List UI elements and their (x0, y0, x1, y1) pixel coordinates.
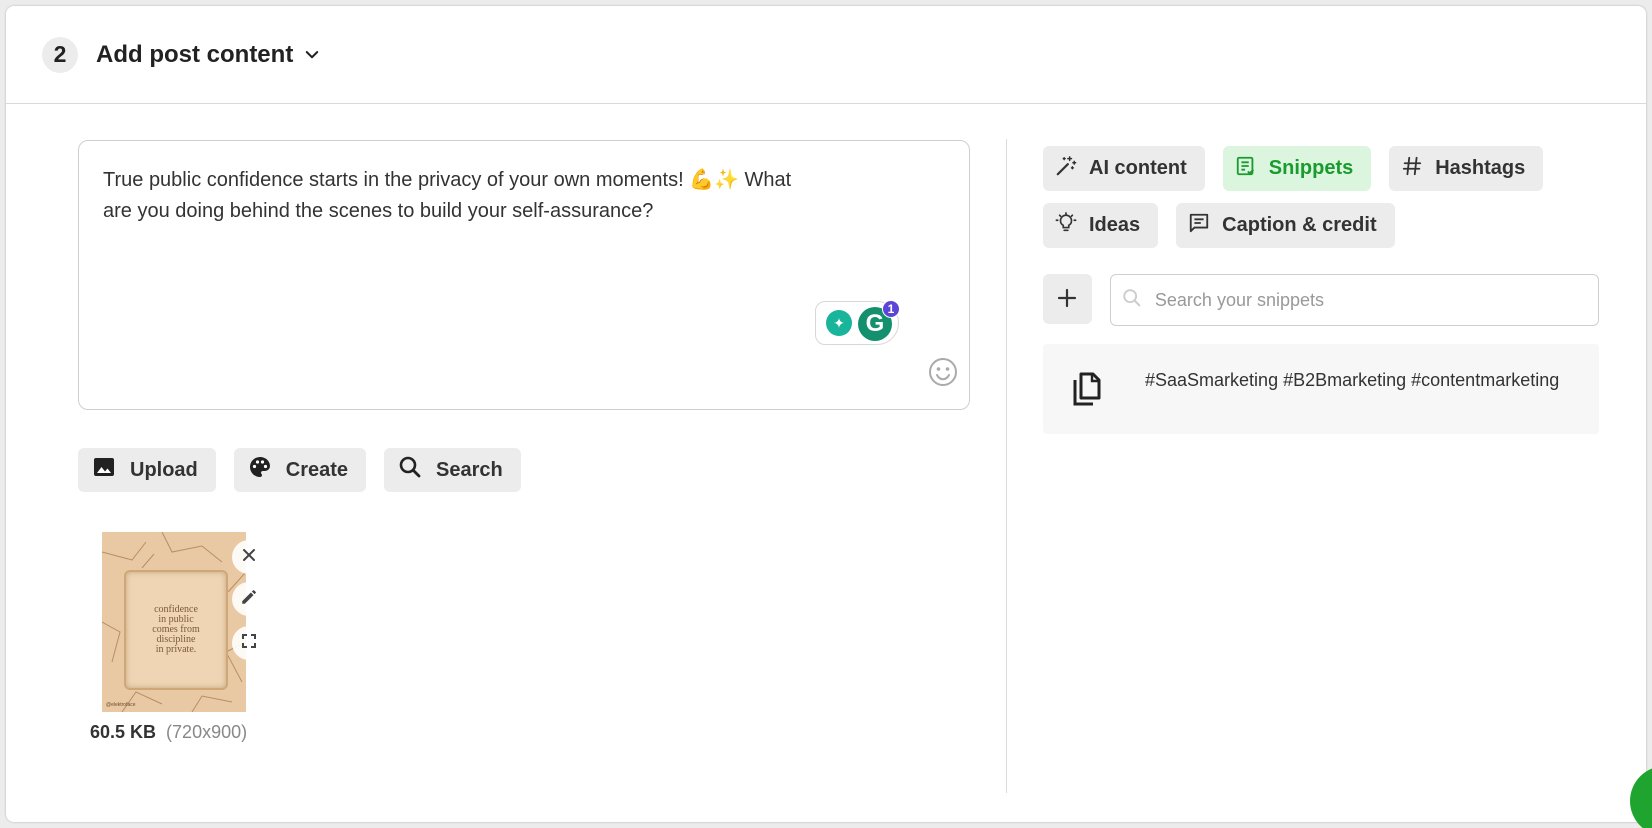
chevron-down-icon[interactable] (303, 46, 321, 64)
grammarly-count-badge: 1 (882, 300, 900, 318)
search-label: Search (436, 458, 503, 481)
column-divider (1006, 139, 1007, 793)
edit-image-button[interactable] (232, 582, 266, 616)
post-text-line: True public confidence starts in the pri… (103, 169, 792, 191)
expand-image-button[interactable] (232, 626, 266, 660)
right-column: AI content Snippets Hashtags Ideas Capti… (1043, 146, 1599, 434)
post-text-editor[interactable]: True public confidence starts in the pri… (78, 140, 970, 410)
attachment-quote: confidence in public comes from discipli… (124, 570, 228, 690)
left-column: True public confidence starts in the pri… (78, 140, 976, 743)
snippet-item[interactable]: #SaaSmarketing #B2Bmarketing #contentmar… (1043, 344, 1599, 434)
section-title: Add post content (96, 40, 294, 68)
quote-line: in private. (155, 644, 197, 655)
tab-ideas[interactable]: Ideas (1043, 203, 1159, 248)
tab-label: Caption & credit (1222, 214, 1377, 236)
create-label: Create (285, 458, 349, 481)
snippet-text: #SaaSmarketing #B2Bmarketing #contentmar… (1145, 370, 1560, 390)
palette-icon (248, 455, 272, 485)
search-icon (1121, 287, 1143, 314)
emoji-icon[interactable] (927, 356, 959, 393)
plus-icon (1057, 288, 1077, 311)
tool-tabs: AI content Snippets Hashtags Ideas Capti… (1043, 146, 1599, 248)
tab-label: Hashtags (1435, 157, 1526, 179)
tab-hashtags[interactable]: Hashtags (1389, 146, 1544, 191)
media-toolbar: Upload Create Search (78, 448, 976, 492)
file-size: 60.5 KB (90, 722, 157, 742)
file-dimensions: (720x900) (166, 722, 248, 742)
upload-button[interactable]: Upload (78, 448, 216, 492)
attachment-thumbnail[interactable]: confidence in public comes from discipli… (102, 532, 266, 712)
grammarly-widget[interactable]: ✦ G 1 (815, 300, 900, 345)
snippet-search-box[interactable] (1109, 274, 1599, 326)
close-icon (241, 547, 257, 568)
copy-icon[interactable] (1071, 370, 1105, 413)
hash-icon (1401, 155, 1423, 183)
search-media-button[interactable]: Search (384, 448, 521, 492)
upload-label: Upload (130, 458, 198, 481)
post-text[interactable]: True public confidence starts in the pri… (103, 165, 883, 227)
tab-caption-credit[interactable]: Caption & credit (1176, 203, 1395, 248)
tab-snippets[interactable]: Snippets (1222, 146, 1372, 191)
tab-label: Snippets (1268, 157, 1354, 179)
attachment-info: 60.5 KB (720x900) (90, 722, 976, 743)
tab-ai-content[interactable]: AI content (1043, 146, 1205, 191)
add-snippet-button[interactable] (1043, 274, 1092, 324)
step-badge: 2 (42, 36, 78, 73)
post-text-line: are you doing behind the scenes to build… (103, 200, 654, 222)
tab-label: AI content (1089, 157, 1187, 179)
pencil-icon (240, 588, 258, 611)
create-button[interactable]: Create (233, 448, 367, 492)
fullscreen-icon (241, 633, 257, 654)
comment-icon (1188, 212, 1210, 240)
grammarly-suggestion-icon[interactable]: ✦ (826, 310, 852, 336)
attachment-image[interactable]: confidence in public comes from discipli… (102, 532, 246, 712)
section-header[interactable]: 2 Add post content (6, 6, 1646, 104)
tab-label: Ideas (1089, 214, 1141, 236)
magic-wand-icon (1055, 155, 1077, 183)
snippet-search-row (1043, 274, 1599, 326)
image-icon (92, 455, 116, 485)
lightbulb-icon (1055, 211, 1077, 240)
search-icon (398, 455, 422, 485)
snippet-search-input[interactable] (1154, 289, 1575, 311)
remove-image-button[interactable] (232, 540, 266, 574)
image-watermark: @elektroface (106, 702, 136, 708)
post-content-card: 2 Add post content True public confidenc… (6, 6, 1646, 822)
snippet-icon (1235, 155, 1257, 183)
